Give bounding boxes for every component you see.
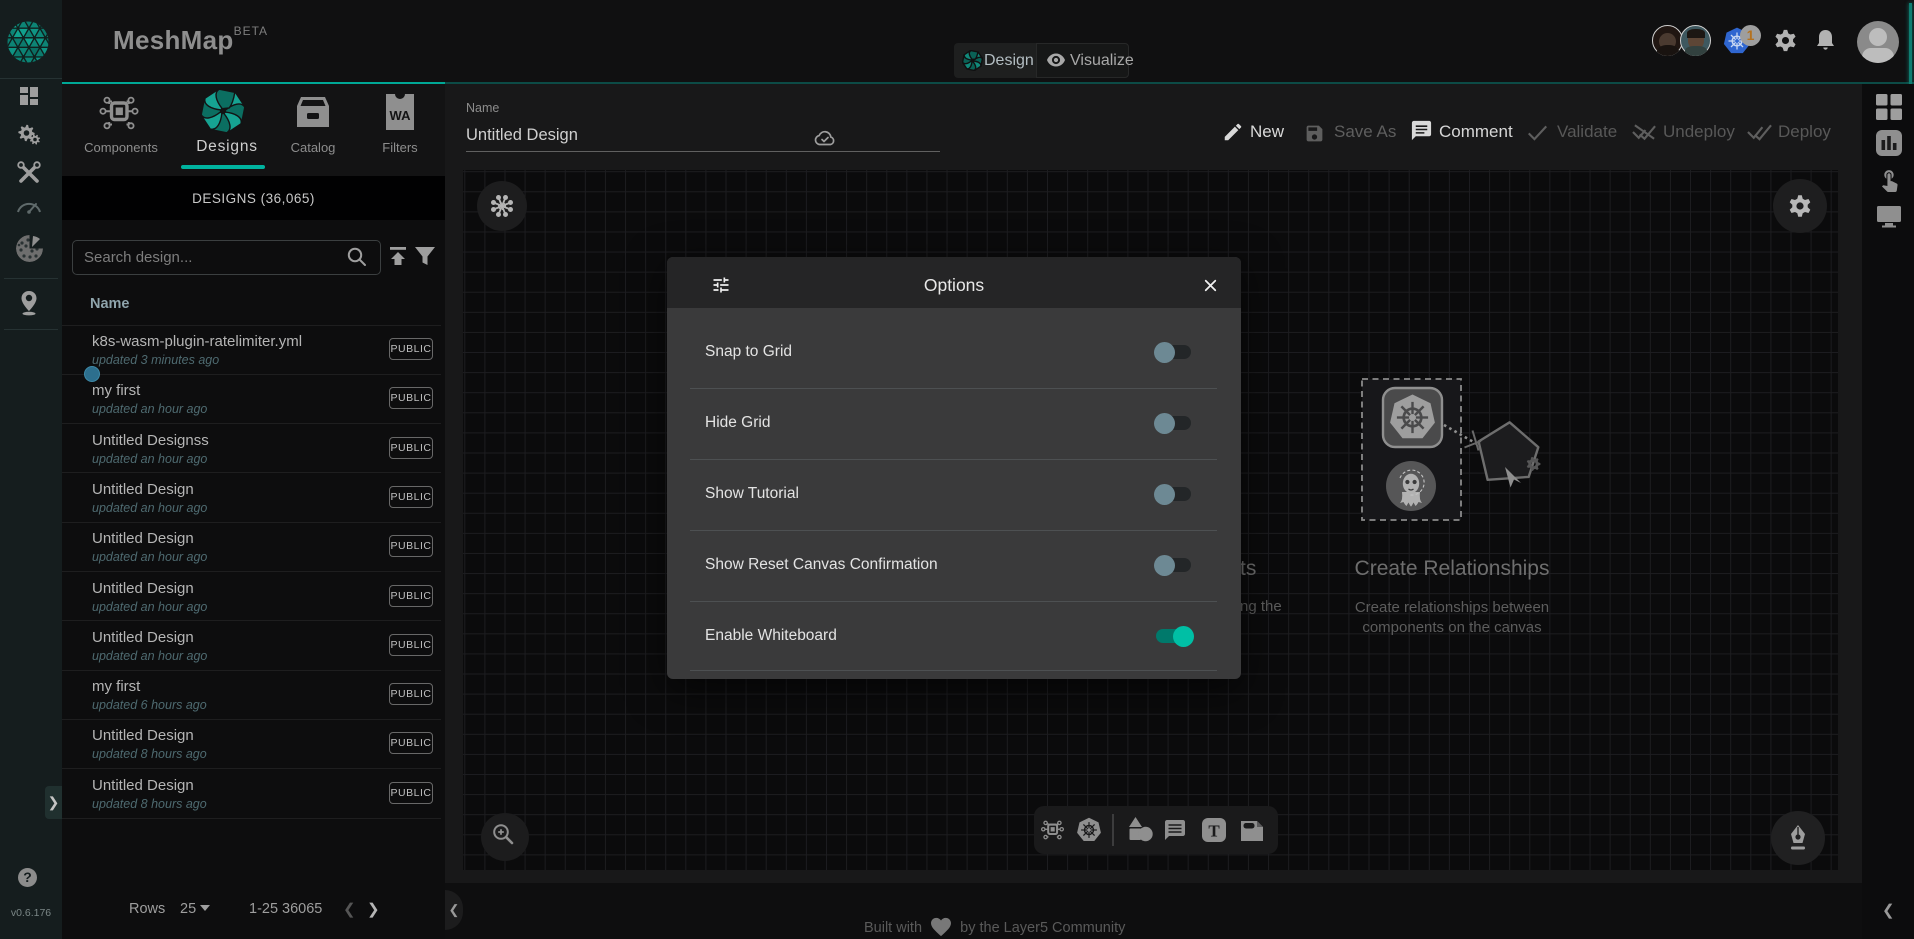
svg-text:T: T (1208, 822, 1220, 841)
svg-text:WA: WA (390, 108, 412, 123)
